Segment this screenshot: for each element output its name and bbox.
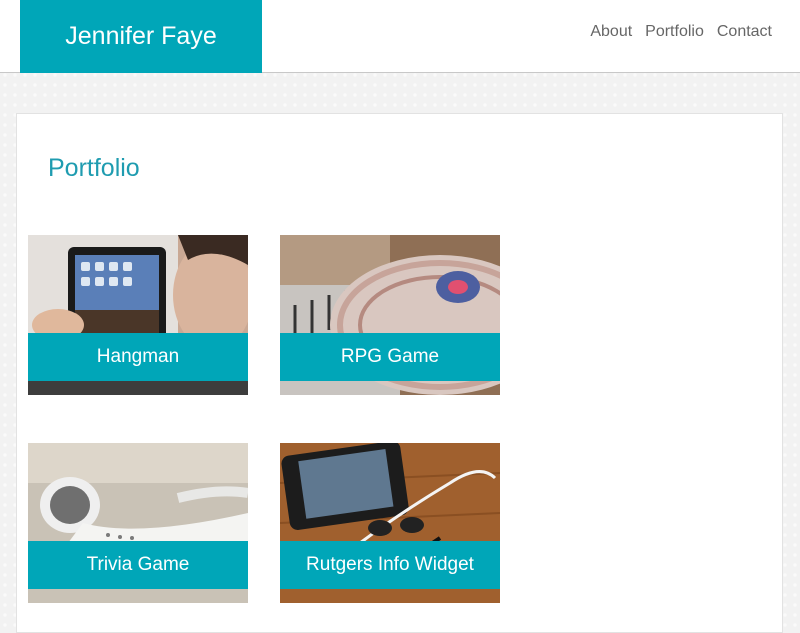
portfolio-item-label: Hangman [28,333,248,381]
portfolio-item-rpg-game[interactable]: RPG Game [280,235,500,395]
portfolio-panel: Portfolio Hangman RPG Game Trivia Game R… [16,113,783,633]
main-nav: About Portfolio Contact [590,21,772,43]
nav-link-contact[interactable]: Contact [717,21,772,43]
nav-link-portfolio[interactable]: Portfolio [645,21,704,43]
portfolio-item-trivia-game[interactable]: Trivia Game [28,443,248,603]
portfolio-item-label: RPG Game [280,333,500,381]
portfolio-item-rutgers-info-widget[interactable]: Rutgers Info Widget [280,443,500,603]
portfolio-item-hangman[interactable]: Hangman [28,235,248,395]
portfolio-item-label: Rutgers Info Widget [280,541,500,589]
portfolio-item-label: Trivia Game [28,541,248,589]
site-brand[interactable]: Jennifer Faye [20,0,262,73]
page-title: Portfolio [48,154,140,182]
site-header: Jennifer Faye About Portfolio Contact [0,0,800,73]
nav-link-about[interactable]: About [590,21,632,43]
